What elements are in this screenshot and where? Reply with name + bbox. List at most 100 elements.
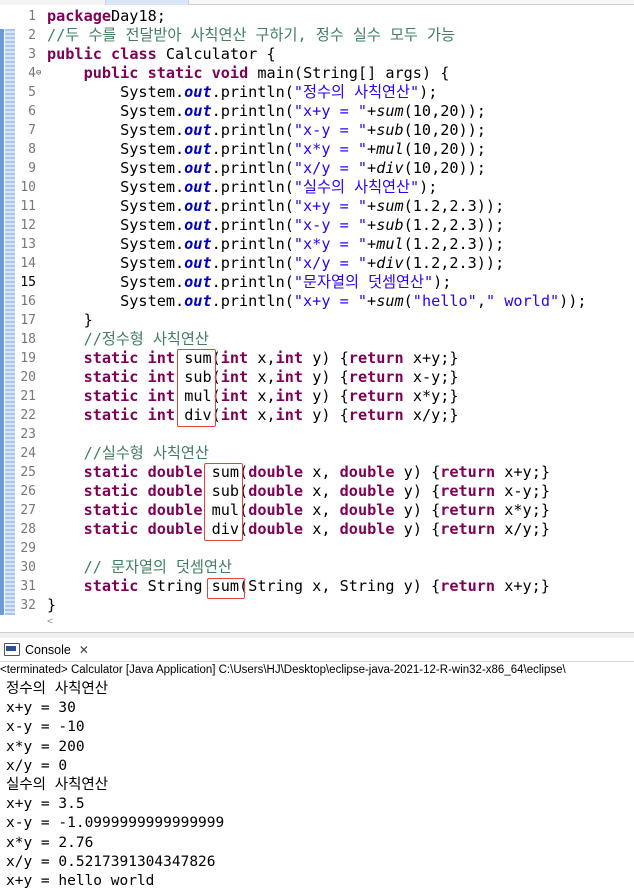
code-line[interactable]: 22 static int div(int x,int y) {return x… — [0, 406, 634, 425]
code-line[interactable]: 28 static double div(double x, double y)… — [0, 520, 634, 539]
scroll-left-arrow-icon[interactable]: < — [47, 616, 53, 627]
code-token: x, — [248, 368, 276, 386]
code-token: int — [275, 387, 304, 405]
code-token: out — [184, 197, 212, 215]
code-line[interactable]: 16 System.out.println("x+y = "+sum("hell… — [0, 292, 634, 311]
code-line[interactable]: 32} — [0, 596, 634, 615]
code-token: y) { — [303, 368, 349, 386]
code-line[interactable]: 31 static String sum(String x, String y)… — [0, 577, 634, 596]
code-token: static — [83, 349, 139, 367]
code-line[interactable]: 12 System.out.println("x-y = "+sub(1.2,2… — [0, 216, 634, 235]
horizontal-scrollbar[interactable]: < — [47, 615, 634, 631]
code-text: // 문자열의 덧셈연산 — [47, 558, 232, 577]
code-lines[interactable]: 1 packageDay18; 2 //두 수를 전달받아 사칙연산 구하기, 정수 … — [0, 7, 634, 615]
code-line[interactable]: 6 System.out.println("x+y = "+sum(10,20)… — [0, 102, 634, 121]
code-token: x*y;} — [403, 387, 459, 405]
code-token: static — [83, 482, 139, 500]
code-line[interactable]: 20 static int sub(int x,int y) {return x… — [0, 368, 634, 387]
console-icon — [4, 643, 20, 656]
code-line[interactable]: 13 System.out.println("x*y = "+mul(1.2,2… — [0, 235, 634, 254]
code-line[interactable]: 17 } — [0, 311, 634, 330]
code-line[interactable]: 29 — [0, 539, 634, 558]
code-token: "x/y = " — [293, 254, 368, 272]
line-number: 10 — [20, 180, 36, 195]
code-editor[interactable]: 1 packageDay18; 2 //두 수를 전달받아 사칙연산 구하기, 정수 … — [0, 0, 634, 632]
code-token: out — [184, 273, 212, 291]
code-line[interactable]: 10 System.out.println("실수의 사칙연산"); — [0, 178, 634, 197]
console-tab-label: Console — [25, 642, 71, 657]
code-token: System. — [47, 292, 185, 310]
code-line[interactable]: 9 System.out.println("x/y = "+div(10,20)… — [0, 159, 634, 178]
code-token: y) { — [394, 501, 441, 519]
code-text: static int mul(int x,int y) {return x*y;… — [47, 387, 459, 406]
code-token: return — [348, 387, 404, 405]
code-token: System. — [47, 254, 185, 272]
code-token: + — [367, 121, 377, 139]
line-number: 31 — [20, 579, 36, 594]
code-line[interactable]: 2 //두 수를 전달받아 사칙연산 구하기, 정수 실수 모두 가능 — [0, 26, 634, 45]
code-line[interactable]: 4 ⊖ public static void main(String[] args… — [0, 64, 634, 83]
code-line[interactable]: 24 //실수형 사칙연산 — [0, 444, 634, 463]
line-number: 24 — [20, 446, 36, 461]
code-text: static int div(int x,int y) {return x/y;… — [47, 406, 459, 425]
code-line[interactable]: 19 static int sum(int x,int y) {return x… — [0, 349, 634, 368]
line-number: 15 — [20, 275, 36, 290]
code-token: "hello" — [412, 292, 477, 310]
code-line[interactable]: 3 public class Calculator { — [0, 45, 634, 64]
console-output[interactable]: 정수의 사칙연산 x+y = 30 x-y = -10 x*y = 200 x/y = … — [6, 680, 634, 891]
code-token: int — [147, 387, 176, 405]
fold-toggle-icon[interactable]: ⊖ — [36, 64, 41, 83]
close-icon[interactable]: ✕ — [79, 643, 89, 657]
tab-console[interactable]: Console ✕ — [4, 638, 89, 661]
code-token: y) { — [394, 463, 441, 481]
code-token: double — [248, 501, 304, 519]
editor-tab-active[interactable] — [106, 0, 189, 5]
code-line[interactable]: 26 static double sub(double x, double y)… — [0, 482, 634, 501]
line-number: 12 — [20, 218, 36, 233]
code-token: ( — [403, 292, 413, 310]
code-token: .println( — [211, 140, 294, 158]
code-line[interactable]: 18 //정수형 사칙연산 — [0, 330, 634, 349]
code-token: sum — [376, 102, 404, 120]
code-line[interactable]: 14 System.out.println("x/y = "+div(1.2,2… — [0, 254, 634, 273]
code-token: out — [184, 216, 212, 234]
code-line[interactable]: 25 static double sum(double x, double y)… — [0, 463, 634, 482]
code-token: y) { — [303, 387, 349, 405]
console-output-line: x*y = 2.76 — [6, 834, 94, 851]
line-number: 1 — [28, 9, 36, 24]
code-line[interactable]: 7 System.out.println("x-y = "+sub(10,20)… — [0, 121, 634, 140]
code-text: System.out.println("x*y = "+mul(1.2,2.3)… — [47, 235, 504, 254]
line-number: 2 — [28, 28, 36, 43]
code-token: "x*y = " — [293, 235, 368, 253]
code-text: public class Calculator { — [47, 45, 276, 64]
code-line[interactable]: 21 static int mul(int x,int y) {return x… — [0, 387, 634, 406]
code-text: System.out.println("x/y = "+div(10,20)); — [47, 159, 486, 178]
code-line[interactable]: 27 static double mul(double x, double y)… — [0, 501, 634, 520]
code-line[interactable]: 15 System.out.println("문자열의 덧셈연산"); — [0, 273, 634, 292]
code-line[interactable]: 11 System.out.println("x+y = "+sum(1.2,2… — [0, 197, 634, 216]
code-token: + — [367, 292, 377, 310]
line-number: 32 — [20, 598, 36, 613]
code-line[interactable]: 5 System.out.println("정수의 사칙연산"); — [0, 83, 634, 102]
code-line[interactable]: 1 packageDay18; — [0, 7, 634, 26]
line-number: 18 — [20, 332, 36, 347]
code-token: //정수형 사칙연산 — [83, 330, 209, 348]
code-line[interactable]: 23 — [0, 425, 634, 444]
code-token: .println( — [211, 121, 294, 139]
code-token: int — [220, 368, 249, 386]
code-token: sub( — [202, 482, 249, 500]
code-token: static — [83, 387, 139, 405]
code-token: System. — [47, 178, 185, 196]
code-token: } — [47, 311, 93, 329]
code-line[interactable]: 30 // 문자열의 덧셈연산 — [0, 558, 634, 577]
line-number: 26 — [20, 484, 36, 499]
code-line[interactable]: 8 System.out.println("x*y = "+mul(10,20)… — [0, 140, 634, 159]
code-token: System. — [47, 273, 185, 291]
code-token: return — [440, 482, 496, 500]
code-token: double — [339, 463, 395, 481]
